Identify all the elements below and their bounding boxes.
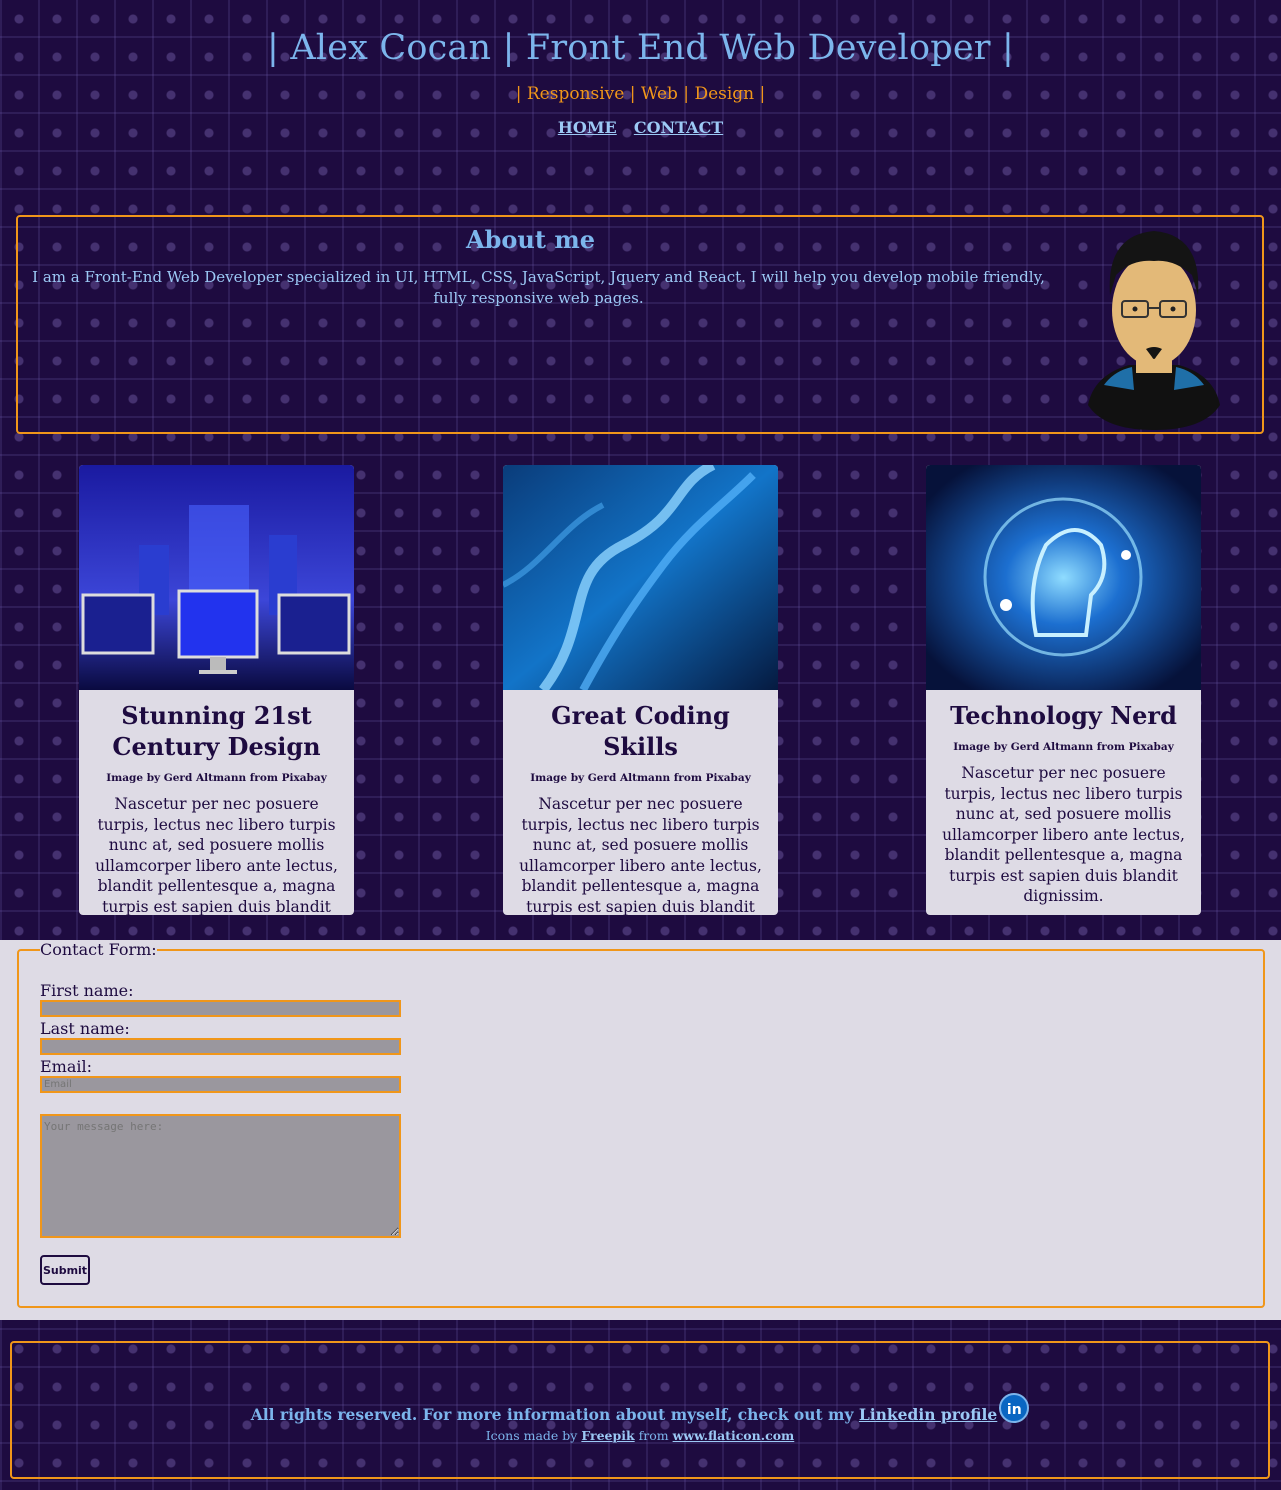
footer-text: All rights reserved. For more informatio… [250, 1405, 854, 1424]
card-title: Great Coding Skills [551, 701, 730, 761]
card-title: Technology Nerd [950, 701, 1177, 730]
about-section: About me I am a Front-End Web Developer … [16, 215, 1264, 434]
message-field[interactable] [40, 1114, 401, 1238]
submit-button[interactable]: Submit [40, 1255, 90, 1285]
contact-form: Contact Form: First name: Last name: Ema… [17, 940, 1265, 1308]
nav-home-link[interactable]: HOME [558, 118, 617, 137]
attribution-prefix: Icons made by [485, 1428, 578, 1443]
card-image-dna [503, 465, 778, 694]
card-image-credit: Image by Gerd Altmann from Pixabay [106, 772, 327, 784]
footer-rights: All rights reserved. For more informatio… [12, 1393, 1268, 1424]
site-title: | Alex Cocan | Front End Web Developer | [267, 28, 1014, 68]
site-subtitle: | Responsive | Web | Design | [515, 84, 766, 104]
attribution-from: from [638, 1428, 669, 1443]
card-image-city-monitors [79, 465, 354, 690]
card-title: Stunning 21st Century Design [112, 701, 321, 761]
feature-card-design: Stunning 21st Century Design Image by Ge… [79, 465, 354, 915]
feature-card-coding: Great Coding Skills Image by Gerd Altman… [503, 465, 778, 915]
email-field[interactable] [40, 1076, 401, 1093]
last-name-field[interactable] [40, 1038, 401, 1055]
card-text: Nascetur per nec posuere turpis, lectus … [95, 795, 338, 915]
footer-attribution: Icons made by Freepik from www.flaticon.… [12, 1428, 1268, 1443]
site-header: | Alex Cocan | Front End Web Developer |… [0, 28, 1281, 137]
card-image-credit: Image by Gerd Altmann from Pixabay [530, 772, 751, 784]
last-name-label: Last name: [40, 1019, 130, 1038]
main-nav: HOME CONTACT [0, 118, 1281, 137]
avatar [1088, 231, 1220, 430]
about-heading: About me [466, 225, 595, 254]
card-image-tech-head [926, 465, 1201, 690]
contact-section: Contact Form: First name: Last name: Ema… [0, 940, 1281, 1320]
card-text: Nascetur per nec posuere turpis, lectus … [519, 795, 762, 915]
freepik-link[interactable]: Freepik [581, 1428, 634, 1443]
about-text: I am a Front-End Web Developer specializ… [32, 268, 1045, 307]
flaticon-link[interactable]: www.flaticon.com [673, 1428, 795, 1443]
card-text: Nascetur per nec posuere turpis, lectus … [942, 764, 1185, 905]
linkedin-icon[interactable]: in [999, 1393, 1030, 1423]
card-image-credit: Image by Gerd Altmann from Pixabay [953, 741, 1174, 753]
nav-contact-link[interactable]: CONTACT [634, 118, 723, 137]
linkedin-link[interactable]: Linkedin profile [859, 1405, 997, 1424]
feature-card-technology: Technology Nerd Image by Gerd Altmann fr… [926, 465, 1201, 915]
form-legend: Contact Form: [40, 940, 157, 959]
email-label: Email: [40, 1057, 93, 1076]
site-footer: All rights reserved. For more informatio… [10, 1341, 1270, 1479]
first-name-label: First name: [40, 981, 134, 1000]
first-name-field[interactable] [40, 1000, 401, 1017]
